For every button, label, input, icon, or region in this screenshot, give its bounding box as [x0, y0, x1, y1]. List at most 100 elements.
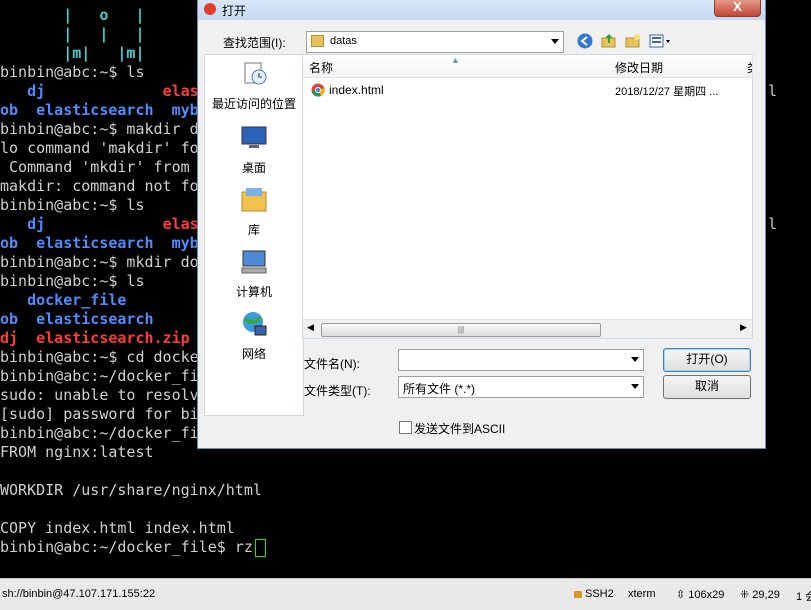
filename-input[interactable] — [398, 349, 644, 371]
chevron-down-icon — [631, 384, 639, 389]
file-row[interactable]: index.html 2018/12/27 星期四 ... — [303, 79, 752, 101]
file-modified: 2018/12/27 星期四 ... — [615, 86, 719, 98]
lock-icon — [574, 590, 582, 598]
terminal-line: Command 'mkdir' from p — [0, 158, 208, 177]
terminal-text: elas — [162, 82, 199, 100]
new-folder-icon[interactable] — [624, 32, 642, 50]
ascii-checkbox-label: 发送文件到ASCII — [414, 422, 506, 436]
filetype-select[interactable]: 所有文件 (*.*) — [398, 376, 644, 398]
filetype-label: 文件类型(T): — [304, 384, 371, 398]
terminal-text: binbin@abc:~/docker_file$ rz — [0, 538, 253, 556]
view-menu-icon[interactable] — [648, 32, 674, 50]
terminal-text: elasticsearch — [36, 310, 154, 328]
dialog-titlebar[interactable]: 打开 X — [198, 0, 765, 20]
terminal-line: dj elasticsearch.zip — [0, 329, 190, 348]
terminal-size: ⇳ 106x29 — [676, 589, 725, 601]
chevron-down-icon[interactable] — [631, 357, 639, 362]
app-icon — [204, 3, 216, 15]
terminal-text: FROM nginx:latest — [0, 443, 154, 461]
lookin-select[interactable]: datas — [306, 31, 564, 53]
terminal-text: | o | — [0, 6, 145, 24]
terminal-text: binbin@abc:~$ makdir do — [0, 120, 208, 138]
folder-icon — [311, 35, 324, 48]
terminal-text: binbin@abc:~$ ls — [0, 196, 145, 214]
scroll-right-icon[interactable]: ▶ — [740, 322, 747, 333]
terminal-right-fragment: l — [768, 82, 778, 100]
open-file-dialog: 打开 X 查找范围(I): datas 最近访问的位置 桌面 库 计算机 网络 — [197, 0, 766, 449]
open-button[interactable]: 打开(O) — [663, 348, 751, 372]
terminal-type: xterm — [628, 588, 656, 600]
status-bar: sh://binbin@47.107.171.155:22 SSH2 xterm… — [0, 578, 811, 610]
terminal-text: binbin@abc:~$ mkdir doc — [0, 253, 208, 271]
file-name: index.html — [329, 83, 384, 97]
resize-icon: ⇳ — [676, 589, 689, 601]
desktop-icon — [241, 126, 267, 148]
terminal-text: WORKDIR /usr/share/nginx/html — [0, 481, 262, 499]
terminal-line: ob elasticsearch mybl — [0, 234, 208, 253]
terminal-text: binbin@abc:~/docker_fil — [0, 424, 208, 442]
terminal-line: binbin@abc:~$ ls — [0, 196, 145, 215]
place-network[interactable]: 网络 — [205, 309, 303, 362]
cursor-icon: ⁜ — [740, 589, 753, 601]
terminal-cursor — [254, 538, 266, 557]
terminal-text: elas — [162, 215, 199, 233]
scroll-left-icon[interactable]: ◀ — [307, 322, 314, 333]
place-recent[interactable]: 最近访问的位置 — [205, 59, 303, 112]
terminal-text: lo command 'makdir' fou — [0, 139, 208, 157]
place-desktop[interactable]: 桌面 — [205, 123, 303, 176]
terminal-text: binbin@abc:~$ ls — [0, 272, 145, 290]
terminal-line: lo command 'makdir' fou — [0, 139, 208, 158]
library-icon — [241, 188, 267, 212]
filetype-value: 所有文件 (*.*) — [403, 382, 476, 396]
lookin-value: datas — [330, 35, 357, 47]
close-button[interactable]: X — [714, 0, 761, 17]
terminal-right-fragment: l — [768, 215, 778, 233]
terminal-line: binbin@abc:~/docker_file$ rz — [0, 538, 266, 557]
terminal-line: binbin@abc:~$ makdir do — [0, 120, 208, 139]
network-icon — [243, 312, 267, 336]
terminal-line: | o | — [0, 6, 145, 25]
terminal-text: dj — [0, 329, 37, 347]
back-icon[interactable] — [576, 32, 594, 50]
ascii-checkbox[interactable] — [399, 421, 412, 434]
terminal-line: sudo: unable to resolve — [0, 386, 208, 405]
up-folder-icon[interactable] — [600, 32, 618, 50]
terminal-text: binbin@abc:~$ cd docker — [0, 348, 208, 366]
terminal-line: [sudo] password for bin — [0, 405, 208, 424]
terminal-text: [sudo] password for bin — [0, 405, 208, 423]
dialog-title: 打开 — [222, 4, 247, 18]
terminal-line: binbin@abc:~$ mkdir doc — [0, 253, 208, 272]
file-list[interactable]: 名称 ▲ 修改日期 类 index.html 2018/12/27 星期四 ..… — [302, 54, 753, 339]
terminal-line: binbin@abc:~/docker_fil — [0, 367, 208, 386]
place-computer[interactable]: 计算机 — [205, 247, 303, 300]
column-more[interactable]: 类 — [745, 55, 753, 78]
scrollbar-thumb[interactable]: ||| — [321, 323, 601, 337]
computer-icon — [241, 250, 267, 274]
terminal-line: dj elas — [0, 215, 199, 234]
terminal-text: binbin@abc:~/docker_fil — [0, 367, 208, 385]
column-name[interactable]: 名称 ▲ — [303, 55, 610, 78]
chrome-file-icon — [311, 83, 325, 97]
terminal-text: | | | — [0, 25, 145, 43]
lookin-label: 查找范围(I): — [223, 36, 286, 50]
terminal-text: dj — [27, 215, 46, 233]
terminal-line: ob elasticsearch — [0, 310, 154, 329]
terminal-line: |m| |m| — [0, 44, 144, 63]
terminal-line: binbin@abc:~$ ls — [0, 272, 145, 291]
terminal-line: COPY index.html index.html — [0, 519, 235, 538]
cancel-button[interactable]: 取消 — [663, 375, 751, 399]
terminal-line: docker_file — [0, 291, 126, 310]
terminal-text: ob — [0, 310, 37, 328]
terminal-text: docker_file — [27, 291, 127, 309]
horizontal-scrollbar[interactable]: ◀ ||| ▶ — [303, 319, 752, 338]
column-modified[interactable]: 修改日期 — [609, 55, 746, 78]
terminal-line: ob elasticsearch mybl — [0, 101, 208, 120]
place-library[interactable]: 库 — [205, 185, 303, 238]
session-count: 1 会 — [796, 591, 811, 603]
terminal-line: | | | — [0, 25, 145, 44]
terminal-line: binbin@abc:~$ ls — [0, 63, 145, 82]
